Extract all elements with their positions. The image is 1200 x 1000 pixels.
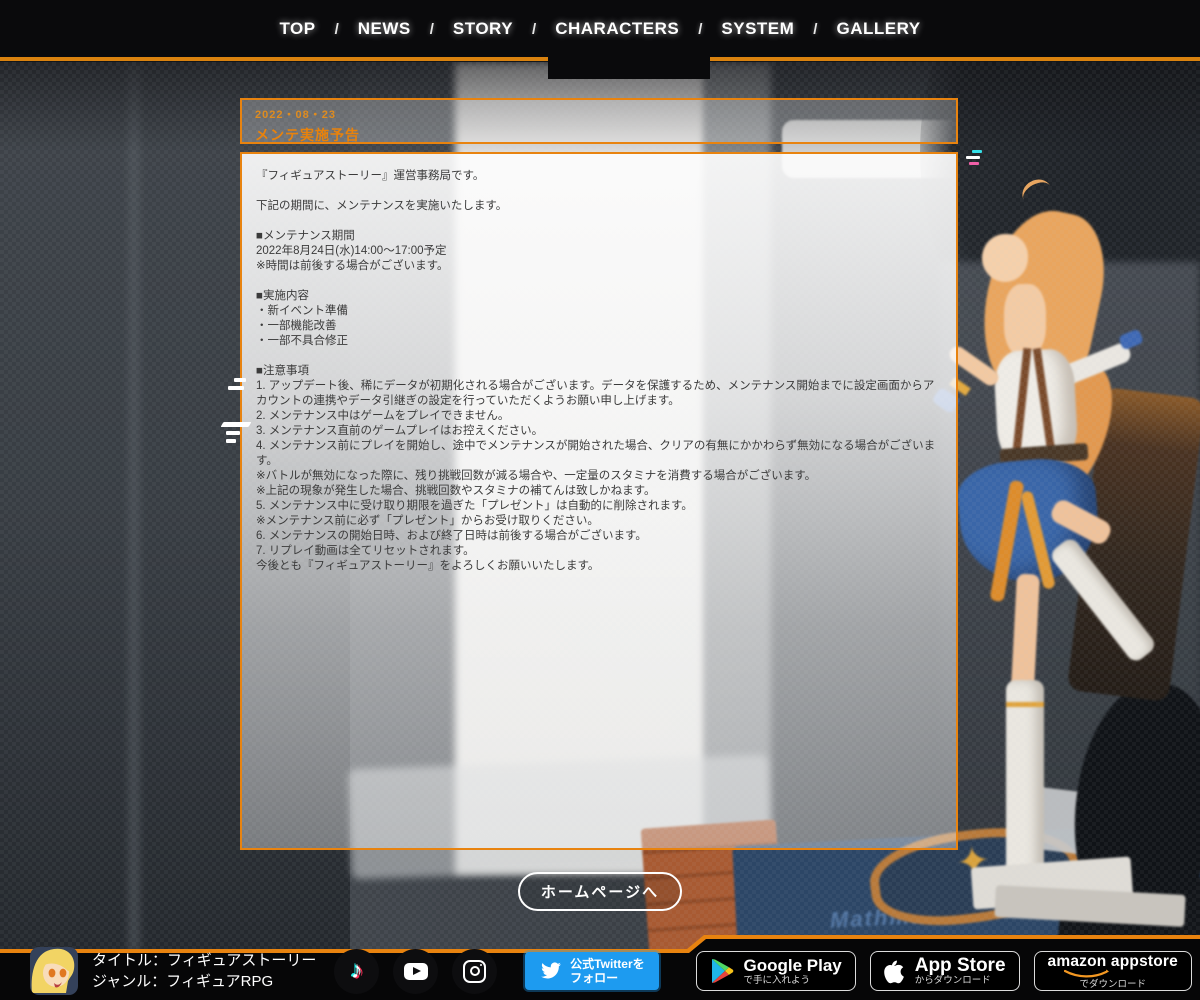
tiktok-link[interactable]: ♪ <box>334 948 380 994</box>
background-pillar-edge <box>128 62 140 952</box>
nav-separator: / <box>532 20 537 38</box>
social-links: ♪ 公式Twitterを フォロー <box>334 948 660 994</box>
youtube-link[interactable] <box>393 948 439 994</box>
footer: タイトル：フィギュアストーリー ジャンル：フィギュアRPG ♪ 公式Twitte… <box>0 928 1200 1000</box>
nav-separator: / <box>334 20 339 38</box>
figurine-torso-skin <box>1004 284 1046 356</box>
google-play-icon <box>712 959 734 983</box>
badge-subtitle: からダウンロード <box>914 974 991 986</box>
notice-header-panel: 2022・08・23 メンテ実施予告 <box>240 98 958 144</box>
nav-separator: / <box>813 20 818 38</box>
youtube-icon <box>403 962 428 980</box>
nav-item-top[interactable]: TOP <box>279 19 315 39</box>
nav-item-system[interactable]: SYSTEM <box>721 19 794 39</box>
instagram-link[interactable] <box>452 948 498 994</box>
google-play-badge[interactable]: Google Play で手に入れよう <box>696 951 856 991</box>
tiktok-icon: ♪ <box>350 957 363 984</box>
app-info: タイトル：フィギュアストーリー ジャンル：フィギュアRPG <box>92 950 316 992</box>
instagram-icon <box>463 959 487 983</box>
badge-name: Google Play <box>743 955 842 975</box>
main-nav: TOP / NEWS / STORY / CHARACTERS / SYSTEM… <box>0 0 1200 58</box>
nav-separator: / <box>429 20 434 38</box>
twitter-button-label: 公式Twitterを フォロー <box>570 957 645 985</box>
badge-subtitle: でダウンロード <box>1079 978 1147 990</box>
nav-item-gallery[interactable]: GALLERY <box>836 19 920 39</box>
notice-date: 2022・08・23 <box>255 109 336 121</box>
nav-item-news[interactable]: NEWS <box>358 19 411 39</box>
avatar <box>30 947 78 995</box>
hero-background: NEWS Mathmatics ✦ <box>0 62 1200 952</box>
top-navigation-bar: TOP / NEWS / STORY / CHARACTERS / SYSTEM… <box>0 0 1200 79</box>
figurine-face <box>982 234 1028 282</box>
glitch-decoration-left-1 <box>228 378 246 394</box>
app-genre: ジャンル：フィギュアRPG <box>92 973 274 990</box>
amazon-appstore-badge[interactable]: amazon appstore でダウンロード <box>1033 951 1192 991</box>
glitch-decoration-right <box>966 150 982 168</box>
twitter-bird-icon <box>541 962 562 979</box>
glitch-decoration-left-2 <box>220 422 252 447</box>
notice-body-panel: 『フィギュアストーリー』運営事務局です。 下記の期間に、メンテナンスを実施いたし… <box>240 152 958 850</box>
badge-subtitle: で手に入れよう <box>743 974 810 986</box>
app-store-badge[interactable]: App Store からダウンロード <box>869 951 1020 991</box>
nav-separator: / <box>698 20 703 38</box>
twitter-follow-button[interactable]: 公式Twitterを フォロー <box>525 952 660 990</box>
apple-icon <box>883 960 904 984</box>
notice-title: メンテ実施予告 <box>255 127 360 143</box>
notice-body-text: 『フィギュアストーリー』運営事務局です。 下記の期間に、メンテナンスを実施いたし… <box>256 170 936 572</box>
nav-item-story[interactable]: STORY <box>453 19 513 39</box>
nav-item-characters[interactable]: CHARACTERS <box>555 19 679 39</box>
store-badges: Google Play で手に入れよう App Store からダウンロード a… <box>696 951 1192 991</box>
badge-name: App Store <box>914 954 1006 976</box>
home-page-button[interactable]: ホームページへ <box>518 872 682 911</box>
app-title: タイトル：フィギュアストーリー <box>92 952 317 969</box>
amazon-smile-icon <box>1063 969 1109 977</box>
